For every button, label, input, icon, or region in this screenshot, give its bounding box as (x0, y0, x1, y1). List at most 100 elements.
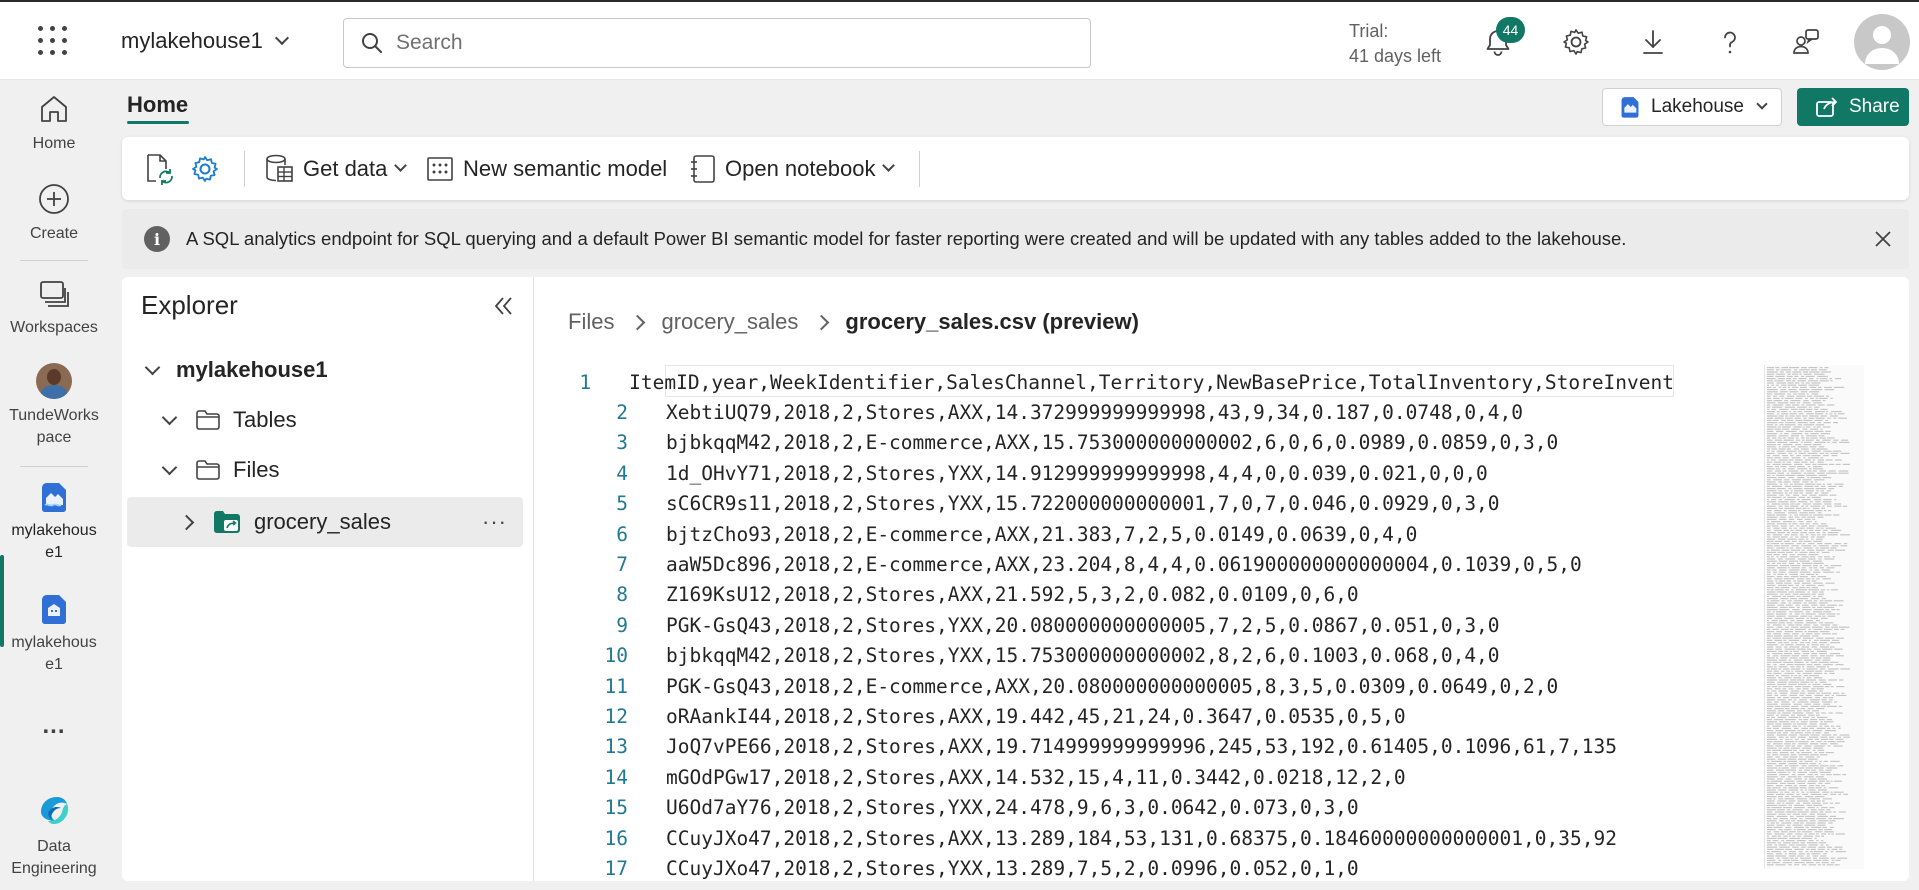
minimap-stroke (1797, 736, 1807, 738)
tree-item-grocery-sales[interactable]: grocery_sales ··· (127, 497, 523, 547)
refresh-button[interactable] (144, 137, 174, 200)
line-number: 2 (616, 401, 628, 425)
rail-item-data-engineering[interactable]: Data Engineering (0, 792, 108, 880)
minimap-stroke (1776, 450, 1785, 452)
minimap-stroke (1790, 752, 1794, 754)
avatar[interactable] (1854, 14, 1910, 70)
minimap-stroke (1767, 397, 1772, 399)
minimap-stroke (1806, 470, 1812, 472)
minimap-stroke (1832, 450, 1842, 452)
share-button[interactable]: Share (1797, 88, 1909, 126)
minimap-stroke (1776, 474, 1785, 476)
collapse-panel-icon[interactable] (488, 291, 518, 321)
minimap-stroke (1773, 672, 1782, 674)
minimap-stroke (1791, 705, 1799, 707)
tree-item-root[interactable]: mylakehouse1 (127, 345, 523, 395)
minimap-stroke (1771, 620, 1778, 622)
waffle-icon[interactable] (38, 26, 68, 56)
minimap-stroke (1781, 727, 1792, 729)
minimap-stroke (1803, 472, 1807, 474)
minimap-stroke (1789, 527, 1792, 529)
close-icon[interactable] (1871, 227, 1895, 251)
minimap-stroke (1788, 516, 1794, 518)
rail-item-mylakehouse1[interactable]: mylakehous e1 (0, 480, 108, 564)
minimap-stroke (1816, 538, 1823, 540)
settings-button[interactable] (190, 137, 220, 200)
minimap-stroke (1767, 785, 1774, 787)
minimap-stroke (1773, 529, 1782, 531)
minimap-stroke (1824, 556, 1830, 558)
rail-item-home[interactable]: Home (0, 92, 108, 155)
share-feedback-icon[interactable] (1790, 26, 1822, 58)
search-box[interactable] (343, 18, 1091, 68)
minimap-stroke (1772, 463, 1781, 465)
minimap-stroke (1794, 732, 1803, 734)
tab-home[interactable]: Home (127, 92, 188, 118)
minimap-stroke (1782, 554, 1788, 556)
minimap-stroke (1767, 591, 1776, 593)
minimap-stroke (1787, 833, 1793, 835)
minimap-stroke (1789, 765, 1799, 767)
code-viewer[interactable]: 1 ItemID,year,WeekIdentifier,SalesChannel… (568, 367, 1674, 881)
more-options-icon[interactable]: ··· (482, 509, 507, 535)
minimap-stroke (1793, 492, 1799, 494)
minimap-stroke (1767, 705, 1774, 707)
minimap-stroke (1806, 587, 1811, 589)
open-notebook-button[interactable]: Open notebook (690, 137, 896, 200)
rail-item-create[interactable]: Create (0, 182, 108, 245)
minimap-stroke (1788, 787, 1799, 789)
minimap-stroke (1821, 507, 1825, 509)
get-data-button[interactable]: Get data (264, 137, 408, 200)
rail-item-tundeworkspace[interactable]: TundeWorks pace (0, 363, 108, 449)
minimap-stroke (1814, 774, 1818, 776)
gear-icon[interactable] (1560, 26, 1592, 58)
minimap-stroke (1836, 637, 1844, 639)
minimap-stroke (1798, 763, 1809, 765)
minimap-stroke (1807, 648, 1812, 650)
rail-item-workspaces[interactable]: Workspaces (0, 276, 108, 339)
trial-status[interactable]: Trial: 41 days left (1349, 19, 1441, 69)
download-icon[interactable] (1637, 26, 1669, 58)
minimap-stroke (1778, 690, 1789, 692)
minimap-stroke (1839, 626, 1850, 628)
more-icon[interactable]: ... (0, 712, 108, 740)
minimap[interactable] (1766, 365, 1850, 869)
minimap-stroke (1816, 426, 1821, 428)
minimap-stroke (1787, 771, 1791, 773)
breadcrumb-folder[interactable]: grocery_sales (661, 309, 798, 335)
minimap-stroke (1805, 851, 1809, 853)
rail-item-mylakehouse1-sql[interactable]: mylakehous e1 (0, 592, 108, 676)
tree-item-tables[interactable]: Tables (127, 395, 523, 445)
minimap-stroke (1815, 835, 1820, 837)
workspace-switcher[interactable]: mylakehouse1 (121, 28, 289, 54)
minimap-stroke (1791, 791, 1795, 793)
minimap-stroke (1775, 848, 1784, 850)
minimap-stroke (1823, 450, 1832, 452)
minimap-stroke (1809, 386, 1817, 388)
minimap-stroke (1801, 639, 1807, 641)
minimap-stroke (1771, 562, 1776, 564)
tree-item-files[interactable]: Files (127, 445, 523, 495)
line-content: bjbkqqM42,2018,2,E-commerce,AXX,15.75300… (666, 431, 1559, 455)
new-semantic-model-button[interactable]: New semantic model (426, 137, 667, 200)
minimap-stroke (1825, 730, 1836, 732)
minimap-stroke (1767, 492, 1771, 494)
minimap-stroke (1812, 732, 1815, 734)
breadcrumb-files[interactable]: Files (568, 309, 614, 335)
lakehouse-selector[interactable]: Lakehouse (1602, 88, 1782, 126)
minimap-stroke (1773, 527, 1780, 529)
help-icon[interactable] (1714, 26, 1746, 58)
minimap-stroke (1832, 727, 1836, 729)
minimap-stroke (1786, 532, 1790, 534)
minimap-stroke (1809, 763, 1817, 765)
minimap-stroke (1822, 659, 1831, 661)
minimap-stroke (1820, 736, 1828, 738)
semantic-model-icon (427, 156, 453, 181)
minimap-stroke (1767, 668, 1770, 670)
minimap-stroke (1838, 793, 1842, 795)
minimap-stroke (1827, 417, 1831, 419)
minimap-stroke (1767, 725, 1770, 727)
minimap-stroke (1809, 727, 1815, 729)
minimap-stroke (1790, 692, 1799, 694)
search-input[interactable] (396, 31, 1046, 55)
